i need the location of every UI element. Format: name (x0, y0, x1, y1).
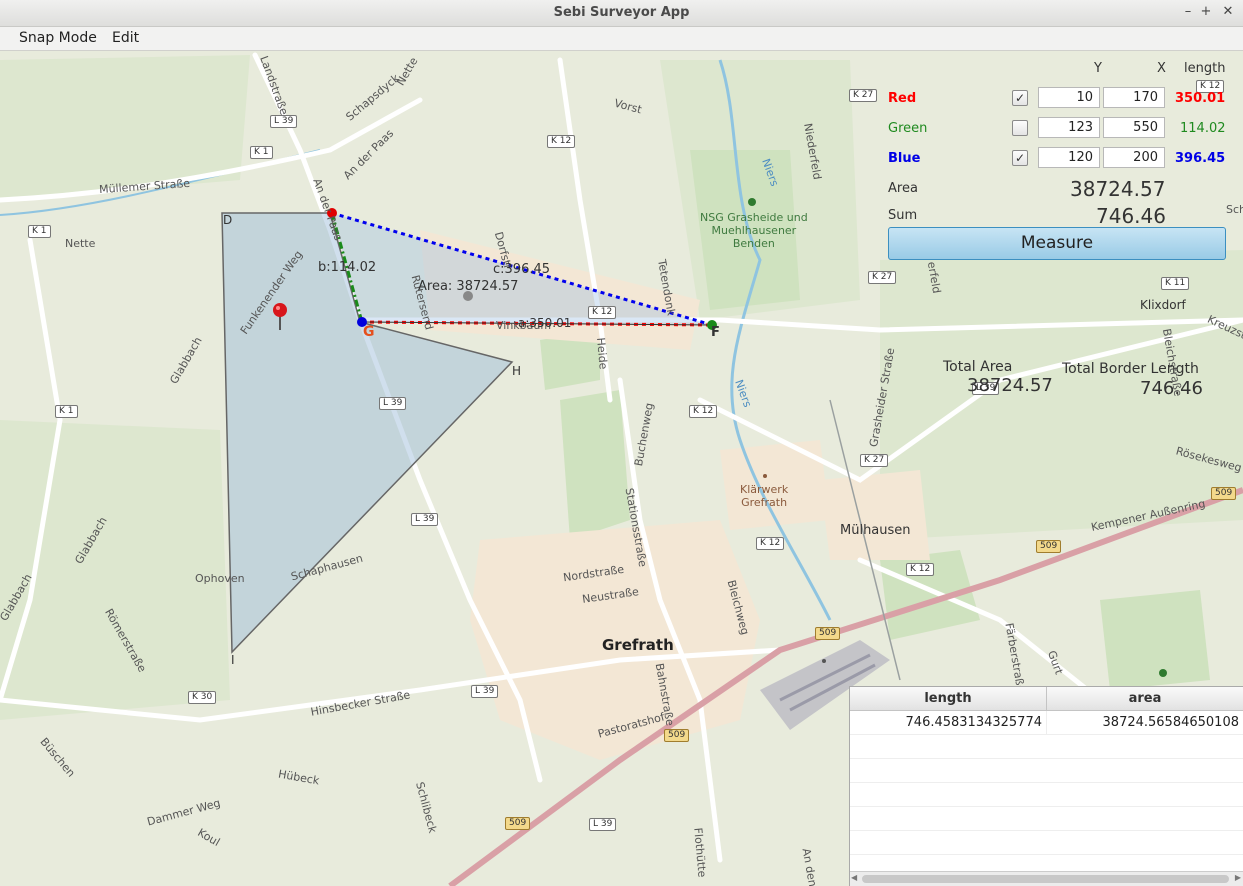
road-tag: L 39 (589, 818, 617, 831)
total-area-value: 38724.57 (967, 375, 1053, 396)
column-y-header: Y (1094, 61, 1102, 76)
vertex-h-label: H (512, 364, 522, 378)
place-label: Heide (594, 337, 610, 370)
road-tag: K 27 (860, 454, 889, 467)
road-tag: L 39 (471, 685, 499, 698)
table-header-length[interactable]: length (850, 687, 1047, 711)
blue-checkbox[interactable]: ✓ (1012, 150, 1028, 166)
blue-x-input[interactable]: 200 (1103, 147, 1165, 168)
sum-value: 746.46 (1096, 204, 1166, 228)
road-tag: 509 (1211, 487, 1237, 500)
area-overlay-label: Area: 38724.57 (418, 279, 519, 294)
green-checkbox[interactable] (1012, 120, 1028, 136)
table-header-area[interactable]: area (1047, 687, 1243, 711)
table-row-empty (850, 735, 1243, 759)
place-label: Klixdorf (1140, 298, 1186, 312)
red-y-input[interactable]: 10 (1038, 87, 1100, 108)
table-row-empty (850, 807, 1243, 831)
road-tag: K 27 (849, 89, 878, 102)
results-table[interactable]: length area 746.4583134325774 38724.5658… (849, 686, 1243, 886)
road-tag: 509 (815, 627, 841, 640)
road-tag: L 39 (379, 397, 407, 410)
total-area-label: Total Area (943, 359, 1013, 375)
minimize-button[interactable]: – (1180, 4, 1196, 19)
side-b-label: b:114.02 (318, 260, 377, 275)
road-tag: K 12 (756, 537, 785, 550)
road-tag: K 12 (547, 135, 576, 148)
scroll-left-icon[interactable]: ◀ (851, 873, 857, 882)
area-label: Area (888, 181, 918, 196)
green-x-input[interactable]: 550 (1103, 117, 1165, 138)
road-tag: K 1 (28, 225, 51, 238)
menu-snap-mode[interactable]: Snap Mode (19, 30, 97, 46)
menu-edit[interactable]: Edit (112, 30, 139, 46)
place-label: NSG Grasheide und Muehlhausener Benden (700, 211, 808, 250)
vertex-g-label: G (363, 324, 375, 340)
road-tag: 509 (505, 817, 531, 830)
vertex-i-label: I (231, 653, 235, 667)
road-tag: L 39 (411, 513, 439, 526)
table-row-empty (850, 783, 1243, 807)
measure-button[interactable]: Measure (888, 227, 1226, 260)
place-label: Grefrath (602, 636, 674, 654)
road-tag: K 12 (588, 306, 617, 319)
total-border-label: Total Border Length (1062, 361, 1199, 377)
area-value: 38724.57 (1070, 177, 1166, 201)
row-blue-label: Blue (888, 151, 921, 166)
table-horizontal-scrollbar[interactable]: ◀ ▶ (850, 871, 1243, 886)
place-label: Ophoven (195, 572, 245, 585)
close-button[interactable]: ✕ (1220, 4, 1236, 19)
vertex-d-label: D (223, 213, 233, 227)
road-tag: L 39 (270, 115, 298, 128)
table-cell-area: 38724.56584650108 (1047, 711, 1243, 735)
road-tag: K 30 (188, 691, 217, 704)
table-row-empty (850, 759, 1243, 783)
red-length-value: 350.01 (1175, 91, 1226, 106)
maximize-button[interactable]: + (1198, 4, 1214, 19)
window-title: Sebi Surveyor App (553, 5, 690, 20)
blue-length-value: 396.45 (1175, 151, 1226, 166)
road-tag: 509 (664, 729, 690, 742)
window-titlebar: Sebi Surveyor App – + ✕ (0, 0, 1243, 27)
table-cell-length: 746.4583134325774 (850, 711, 1047, 735)
scroll-thumb[interactable] (862, 875, 1229, 883)
place-label: Sch (1226, 203, 1243, 216)
green-length-value: 114.02 (1180, 121, 1226, 136)
table-row[interactable]: 746.4583134325774 38724.56584650108 (850, 711, 1243, 735)
road-tag: K 1 (250, 146, 273, 159)
column-x-header: X (1157, 61, 1166, 76)
row-red-label: Red (888, 91, 917, 106)
road-tag: K 11 (1161, 277, 1190, 290)
side-c-label: c:396.45 (493, 262, 551, 277)
menu-bar: Snap Mode Edit (0, 27, 1243, 51)
column-length-header: length (1184, 61, 1226, 76)
blue-y-input[interactable]: 120 (1038, 147, 1100, 168)
place-label: Klärwerk Grefrath (740, 483, 789, 509)
red-x-input[interactable]: 170 (1103, 87, 1165, 108)
road-tag: K 27 (868, 271, 897, 284)
side-a-label: a:350.01 (518, 316, 572, 330)
total-border-value: 746.46 (1140, 378, 1203, 399)
row-green-label: Green (888, 121, 928, 136)
place-label: Mülhausen (840, 523, 911, 538)
red-checkbox[interactable]: ✓ (1012, 90, 1028, 106)
vertex-f-label: F (711, 325, 720, 340)
scroll-right-icon[interactable]: ▶ (1235, 873, 1241, 882)
road-tag: K 12 (689, 405, 718, 418)
table-row-empty (850, 831, 1243, 855)
sum-label: Sum (888, 208, 918, 223)
road-tag: 509 (1036, 540, 1062, 553)
road-tag: K 1 (55, 405, 78, 418)
green-y-input[interactable]: 123 (1038, 117, 1100, 138)
road-tag: K 12 (906, 563, 935, 576)
place-label: Nette (65, 237, 96, 250)
